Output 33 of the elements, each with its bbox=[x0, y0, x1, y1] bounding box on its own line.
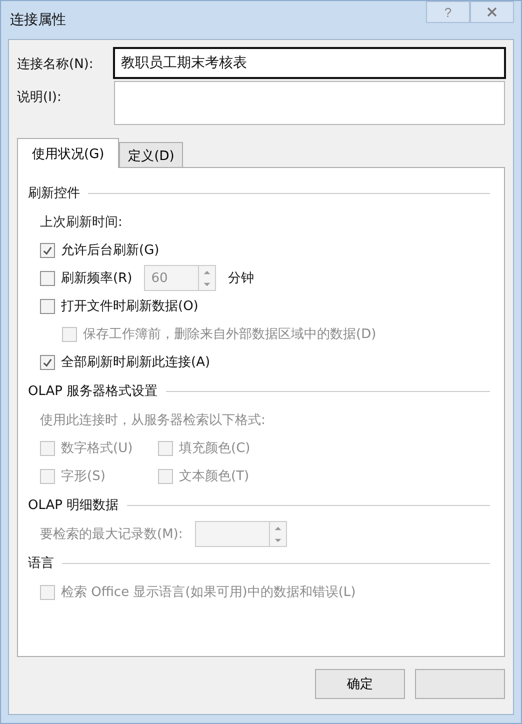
checkbox[interactable] bbox=[40, 270, 55, 286]
ok-button[interactable]: 确定 bbox=[315, 669, 405, 699]
field-label: 要检索的最大记录数(M): bbox=[40, 526, 183, 544]
checkbox-label: 数字格式(U) bbox=[61, 440, 133, 457]
checkbox-label: 全部刷新时刷新此连接(A) bbox=[61, 354, 210, 371]
checkbox-label: 打开文件时刷新数据(O) bbox=[61, 298, 198, 315]
section-heading: 刷新控件 bbox=[28, 185, 80, 202]
unit-label: 分钟 bbox=[228, 270, 254, 287]
tab[interactable]: 定义(D) bbox=[119, 142, 184, 167]
section-heading: 语言 bbox=[28, 555, 54, 572]
close-icon bbox=[487, 7, 497, 17]
text-area[interactable] bbox=[114, 81, 505, 125]
checkbox-label: 保存工作簿前，删除来自外部数据区域中的数据(D) bbox=[83, 326, 376, 343]
checkbox-label: 文本颜色(T) bbox=[179, 468, 250, 485]
dialog-button[interactable] bbox=[415, 669, 505, 699]
input-field[interactable]: 教职员工期末考核表 bbox=[114, 48, 505, 78]
checkbox-label: 填充颜色(C) bbox=[179, 440, 250, 457]
tab[interactable]: 使用状况(G) bbox=[17, 138, 120, 168]
checkbox-label: 检索 Office 显示语言(如果可用)中的数据和错误(L) bbox=[61, 584, 356, 601]
caption-text: 上次刷新时间: bbox=[40, 214, 124, 232]
window-title: 连接属性 bbox=[10, 11, 66, 29]
checkbox[interactable] bbox=[40, 242, 55, 258]
caption-text: 使用此连接时，从服务器检索以下格式: bbox=[40, 412, 266, 430]
section-heading: OLAP 服务器格式设置 bbox=[28, 383, 158, 400]
checkbox-label: 允许后台刷新(G) bbox=[61, 242, 160, 259]
checkbox-label: 字形(S) bbox=[61, 468, 106, 485]
checkbox[interactable] bbox=[40, 298, 55, 314]
checkbox[interactable] bbox=[40, 354, 55, 370]
field-label: 说明(I): bbox=[17, 89, 62, 106]
section-heading: OLAP 明细数据 bbox=[28, 497, 119, 514]
field-label: 连接名称(N): bbox=[17, 56, 94, 73]
checkbox-label: 刷新频率(R) bbox=[61, 270, 132, 287]
close-button[interactable] bbox=[470, 1, 514, 23]
